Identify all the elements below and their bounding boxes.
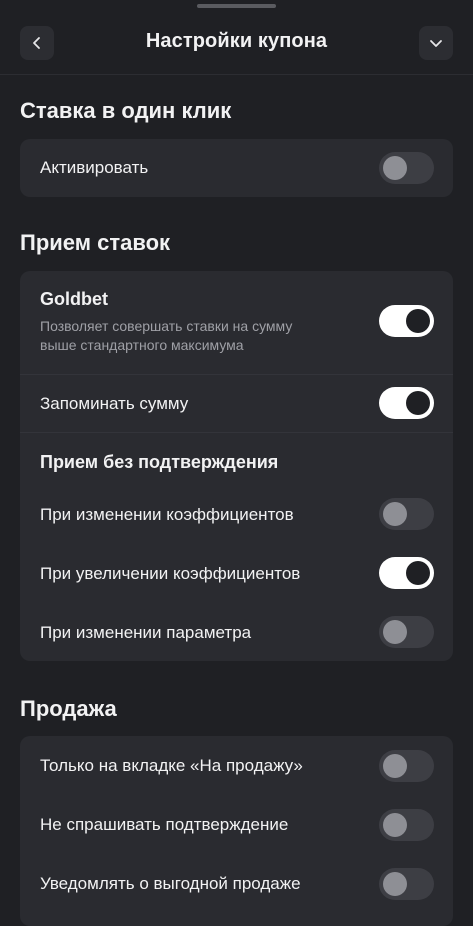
toggle-knob — [383, 813, 407, 837]
setting-row-param-change[interactable]: При изменении параметра — [20, 603, 453, 661]
description-line: выше стандартного максимума — [40, 337, 244, 353]
toggle-goldbet[interactable] — [379, 305, 434, 337]
setting-row-activate[interactable]: Активировать — [20, 139, 453, 197]
page-title: Настройки купона — [145, 30, 328, 52]
setting-label: При изменении коэффициентов — [40, 505, 294, 524]
toggle-knob — [406, 391, 430, 415]
setting-label: Goldbet — [40, 289, 108, 309]
setting-row-no-confirm-sale[interactable]: Не спрашивать подтверждение — [20, 795, 453, 853]
toggle-remember[interactable] — [379, 387, 434, 419]
section-title-one-click: Ставка в один клик — [20, 98, 232, 123]
setting-row-sale-tab-only[interactable]: Только на вкладке «На продажу» — [20, 736, 453, 794]
setting-row-odds-increase[interactable]: При увеличении коэффициентов — [20, 544, 453, 602]
toggle-knob — [406, 309, 430, 333]
setting-label: Уведомлять о выгодной продаже — [40, 874, 301, 893]
toggle-sale-tab-only[interactable] — [379, 750, 434, 782]
chevron-down-icon — [430, 40, 442, 47]
toggle-activate[interactable] — [379, 152, 434, 184]
setting-label: Не спрашивать подтверждение — [40, 815, 289, 834]
toggle-param-change[interactable] — [379, 616, 434, 648]
header: Настройки купона — [0, 0, 473, 75]
section-title-accept: Прием ставок — [20, 230, 171, 255]
toggle-knob — [383, 156, 407, 180]
divider — [20, 432, 453, 433]
one-click-card: Активировать — [20, 139, 453, 197]
setting-row-goldbet[interactable]: Goldbet Позволяет совершать ставки на су… — [20, 271, 453, 374]
toggle-knob — [383, 754, 407, 778]
toggle-knob — [383, 872, 407, 896]
toggle-notify-sale[interactable] — [379, 868, 434, 900]
toggle-no-confirm-sale[interactable] — [379, 809, 434, 841]
toggle-odds-increase[interactable] — [379, 557, 434, 589]
setting-label: При изменении параметра — [40, 623, 252, 642]
subsection-title-no-confirm: Прием без подтверждения — [40, 452, 279, 472]
toggle-knob — [383, 502, 407, 526]
setting-row-notify-sale[interactable]: Уведомлять о выгодной продаже — [20, 854, 453, 912]
toggle-odds-change[interactable] — [379, 498, 434, 530]
setting-row-remember[interactable]: Запоминать сумму — [20, 374, 453, 432]
section-title-sale: Продажа — [20, 696, 117, 721]
setting-label: Активировать — [40, 158, 149, 177]
toggle-knob — [383, 620, 407, 644]
setting-label: При увеличении коэффициентов — [40, 564, 301, 583]
setting-label: Только на вкладке «На продажу» — [40, 756, 303, 775]
sale-card: Только на вкладке «На продажу» Не спраши… — [20, 736, 453, 926]
setting-description: Позволяет совершать ставки на сумму выше … — [40, 317, 360, 355]
setting-row-odds-change[interactable]: При изменении коэффициентов — [20, 485, 453, 543]
toggle-knob — [406, 561, 430, 585]
setting-label: Запоминать сумму — [40, 394, 189, 413]
collapse-button[interactable] — [419, 26, 453, 60]
accept-card: Goldbet Позволяет совершать ставки на су… — [20, 271, 453, 661]
description-line: Позволяет совершать ставки на сумму — [40, 318, 293, 334]
